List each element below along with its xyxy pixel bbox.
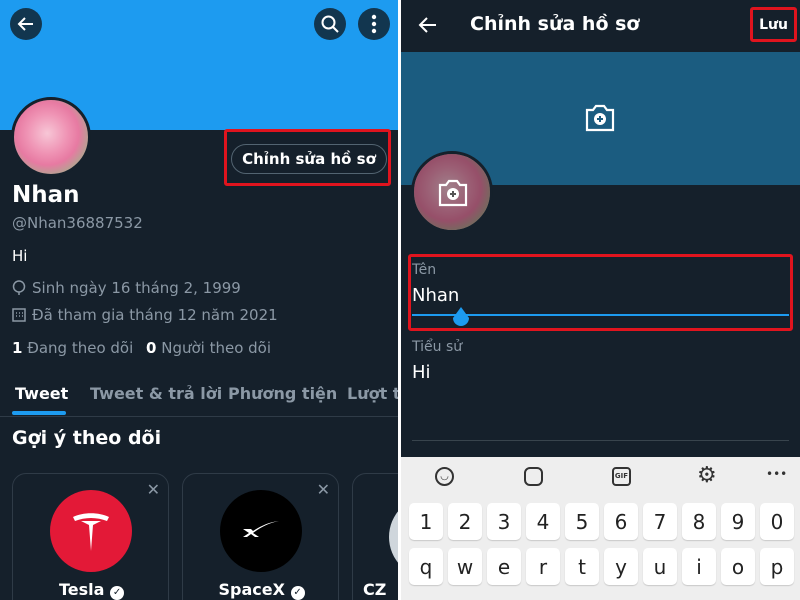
key-e[interactable]: e: [487, 548, 521, 585]
key-o[interactable]: o: [721, 548, 755, 585]
avatar: [389, 496, 398, 578]
profile-handle: @Nhan36887532: [12, 214, 143, 232]
key-q[interactable]: q: [409, 548, 443, 585]
dismiss-icon[interactable]: ✕: [147, 480, 160, 499]
bio-label: Tiểu sử: [412, 339, 463, 355]
birth-date: Sinh ngày 16 tháng 2, 1999: [12, 279, 241, 297]
followers-link[interactable]: 0 Người theo dõi: [146, 339, 271, 357]
tab-replies[interactable]: Tweet & trả lời: [90, 384, 222, 403]
search-icon: [321, 15, 339, 33]
balloon-icon: [12, 280, 26, 295]
more-button[interactable]: [358, 8, 390, 40]
calendar-icon: [12, 308, 26, 322]
emoji-icon[interactable]: ◡: [435, 467, 454, 486]
settings-icon[interactable]: ⚙: [697, 463, 717, 488]
key-p[interactable]: p: [760, 548, 794, 585]
camera-plus-icon: [585, 104, 615, 132]
key-t[interactable]: t: [565, 548, 599, 585]
tesla-logo: [50, 490, 132, 572]
key-u[interactable]: u: [643, 548, 677, 585]
join-text: Đã tham gia tháng 12 năm 2021: [32, 306, 278, 324]
divider: [0, 416, 398, 417]
key-5[interactable]: 5: [565, 503, 599, 540]
more-icon[interactable]: •••: [766, 467, 787, 481]
save-button[interactable]: Lưu: [750, 7, 797, 42]
sticker-icon[interactable]: [524, 467, 543, 486]
suggestion-card[interactable]: ✕ SpaceX ✓: [182, 473, 339, 600]
name-input[interactable]: Nhan: [412, 285, 459, 306]
key-1[interactable]: 1: [409, 503, 443, 540]
arrow-left-icon: [17, 17, 33, 31]
camera-plus-icon: [438, 179, 468, 207]
tab-tweet[interactable]: Tweet: [15, 384, 68, 403]
suggestion-card[interactable]: CZ: [352, 473, 398, 600]
keyboard: ◡ GIF ⚙ ••• 1234567890 qwertyuiop: [401, 457, 800, 600]
key-r[interactable]: r: [526, 548, 560, 585]
avatar-upload[interactable]: [411, 151, 493, 233]
verified-icon: ✓: [290, 586, 305, 600]
tab-likes[interactable]: Lượt thích: [347, 384, 398, 403]
following-link[interactable]: 1 Đang theo dõi: [12, 339, 133, 357]
key-y[interactable]: y: [604, 548, 638, 585]
bio-input[interactable]: Hi: [412, 362, 431, 383]
followers-count: 0: [146, 339, 157, 357]
edit-profile-panel: Chỉnh sửa hồ sơ Lưu Tên Nhan Tiểu sử Hi …: [401, 0, 800, 600]
avatar[interactable]: [11, 97, 91, 177]
gif-icon[interactable]: GIF: [612, 467, 631, 486]
back-button[interactable]: [10, 8, 42, 40]
tab-indicator: [12, 411, 66, 415]
profile-name: Nhan: [12, 182, 80, 208]
followers-label: Người theo dõi: [161, 339, 272, 357]
key-6[interactable]: 6: [604, 503, 638, 540]
dismiss-icon[interactable]: ✕: [317, 480, 330, 499]
following-label: Đang theo dõi: [27, 339, 134, 357]
key-9[interactable]: 9: [721, 503, 755, 540]
profile-panel: Chỉnh sửa hồ sơ Nhan @Nhan36887532 Hi Si…: [0, 0, 398, 600]
suggestion-name: CZ: [363, 580, 387, 599]
more-vertical-icon: [371, 14, 377, 34]
key-w[interactable]: w: [448, 548, 482, 585]
cursor-handle[interactable]: [451, 306, 471, 328]
following-count: 1: [12, 339, 23, 357]
profile-bio: Hi: [12, 247, 28, 265]
suggestion-name: Tesla ✓: [13, 580, 170, 600]
key-7[interactable]: 7: [643, 503, 677, 540]
key-8[interactable]: 8: [682, 503, 716, 540]
edit-profile-button[interactable]: Chỉnh sửa hồ sơ: [231, 144, 387, 174]
tab-media[interactable]: Phương tiện: [228, 384, 337, 403]
key-0[interactable]: 0: [760, 503, 794, 540]
suggestion-card[interactable]: ✕ Tesla ✓: [12, 473, 169, 600]
key-i[interactable]: i: [682, 548, 716, 585]
suggestions-title: Gợi ý theo dõi: [12, 427, 162, 449]
key-3[interactable]: 3: [487, 503, 521, 540]
search-button[interactable]: [314, 8, 346, 40]
name-label: Tên: [412, 262, 437, 278]
divider: [412, 440, 789, 441]
join-date: Đã tham gia tháng 12 năm 2021: [12, 306, 278, 324]
key-4[interactable]: 4: [526, 503, 560, 540]
page-title: Chỉnh sửa hồ sơ: [470, 13, 640, 35]
key-2[interactable]: 2: [448, 503, 482, 540]
suggestion-name: SpaceX ✓: [183, 580, 340, 600]
spacex-logo: [220, 490, 302, 572]
arrow-left-icon[interactable]: [418, 15, 438, 35]
verified-icon: ✓: [110, 586, 125, 600]
birth-text: Sinh ngày 16 tháng 2, 1999: [32, 279, 241, 297]
